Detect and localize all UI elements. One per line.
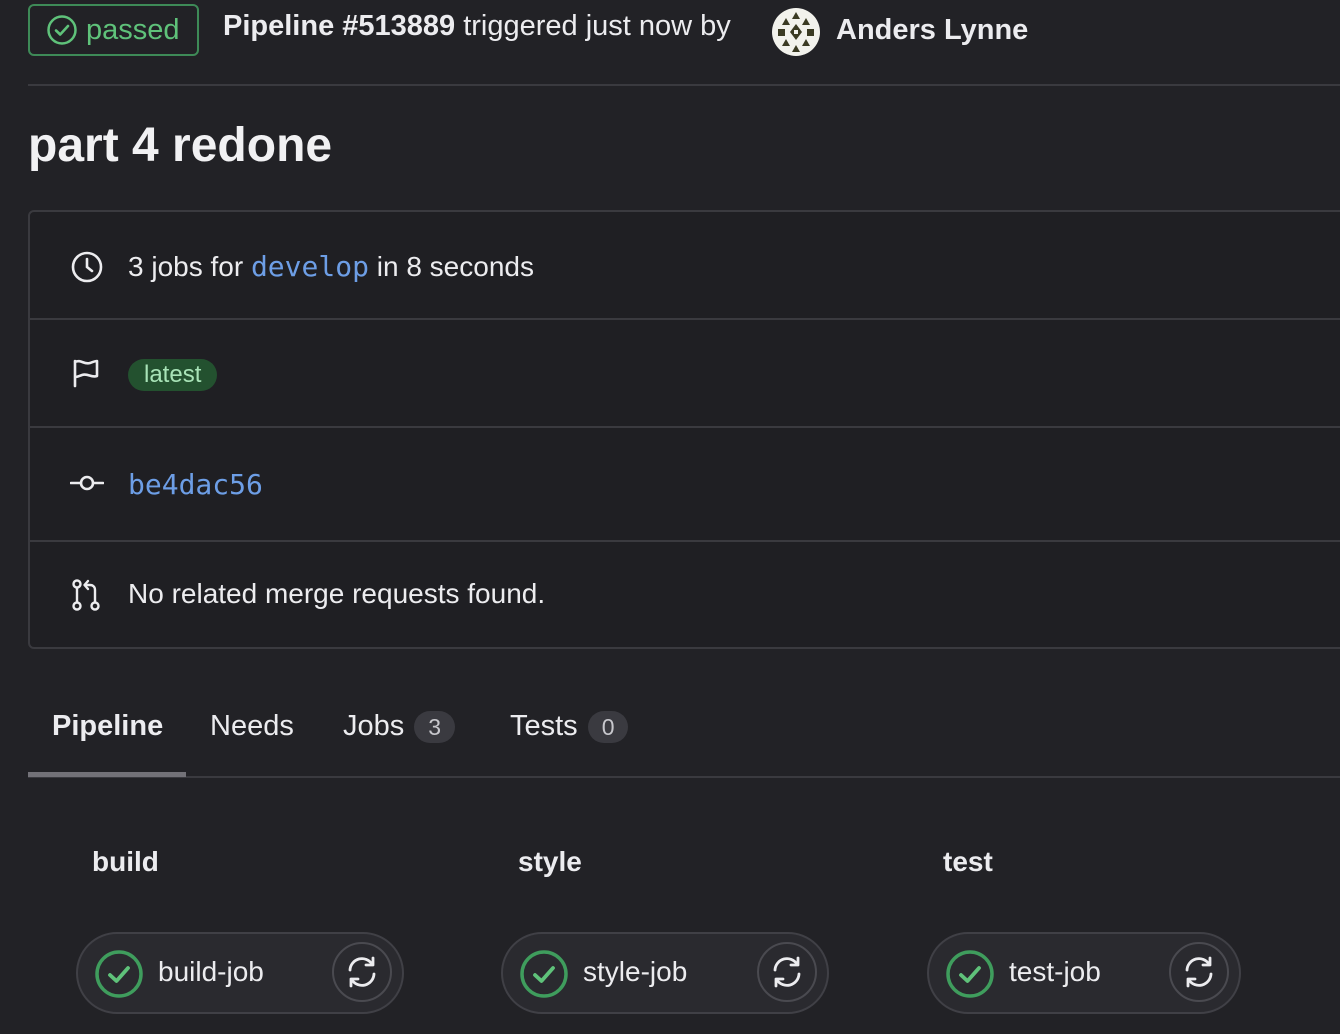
avatar[interactable]	[772, 8, 820, 56]
flag-icon	[73, 359, 99, 388]
job-name: test-job	[1009, 956, 1101, 987]
retry-button[interactable]	[757, 942, 817, 1002]
page-title: part 4 redone	[28, 119, 333, 172]
job-name: style-job	[583, 956, 688, 987]
success-status-icon	[95, 950, 143, 998]
pipeline-tabs: Pipeline Needs Jobs 3 Tests 0	[28, 690, 1340, 778]
tab-needs-label: Needs	[210, 710, 294, 742]
stage-title-build: build	[92, 846, 159, 877]
badges-row: latest	[30, 320, 1340, 428]
stage-title-style: style	[518, 846, 582, 877]
status-label: passed	[86, 13, 180, 46]
commit-row: be4dac56	[30, 428, 1340, 542]
jobs-summary: 3 jobs for develop in 8 seconds	[128, 250, 534, 283]
retry-icon	[348, 956, 376, 988]
retry-button[interactable]	[1169, 942, 1229, 1002]
trigger-text: triggered just now by	[463, 10, 731, 42]
merge-requests-row: No related merge requests found.	[30, 542, 1340, 649]
job-style[interactable]: style-job	[501, 932, 829, 1014]
success-status-icon	[946, 950, 994, 998]
retry-button[interactable]	[332, 942, 392, 1002]
commit-icon	[70, 475, 104, 491]
pipeline-id: Pipeline #513889	[223, 10, 456, 42]
no-merge-requests-text: No related merge requests found.	[128, 578, 546, 609]
duration-text: in 8 seconds	[376, 251, 534, 282]
tab-pipeline[interactable]: Pipeline	[52, 710, 163, 743]
tests-count-badge: 0	[587, 710, 629, 743]
tab-jobs-label: Jobs	[343, 710, 405, 742]
clock-icon	[71, 251, 103, 283]
check-circle-icon	[47, 15, 77, 45]
author-name[interactable]: Anders Lynne	[836, 14, 1028, 47]
retry-icon	[1185, 956, 1213, 988]
tab-tests-label: Tests	[510, 710, 578, 742]
job-test[interactable]: test-job	[927, 932, 1241, 1014]
jobs-count-text: 3 jobs for	[128, 251, 244, 282]
latest-badge: latest	[128, 359, 218, 391]
active-tab-indicator	[28, 772, 186, 777]
job-name: build-job	[158, 956, 264, 987]
stage-title-test: test	[943, 846, 993, 877]
branch-link[interactable]: develop	[251, 250, 369, 283]
success-status-icon	[520, 950, 568, 998]
pipeline-info-box: 3 jobs for develop in 8 seconds latest b…	[28, 210, 1340, 649]
jobs-count-badge: 3	[414, 710, 456, 743]
job-build[interactable]: build-job	[76, 932, 404, 1014]
merge-request-icon	[72, 579, 100, 611]
retry-icon	[773, 956, 801, 988]
pipeline-header: passed Pipeline #513889 triggered just n…	[28, 0, 1340, 86]
tab-pipeline-label: Pipeline	[52, 710, 164, 742]
tab-tests[interactable]: Tests 0	[510, 710, 629, 743]
pipeline-summary: Pipeline #513889 triggered just now by	[223, 10, 731, 43]
tab-needs[interactable]: Needs	[210, 710, 294, 743]
tab-jobs[interactable]: Jobs 3	[343, 710, 456, 743]
jobs-duration-row: 3 jobs for develop in 8 seconds	[30, 212, 1340, 320]
commit-sha-link[interactable]: be4dac56	[128, 468, 263, 501]
status-badge[interactable]: passed	[28, 4, 199, 56]
